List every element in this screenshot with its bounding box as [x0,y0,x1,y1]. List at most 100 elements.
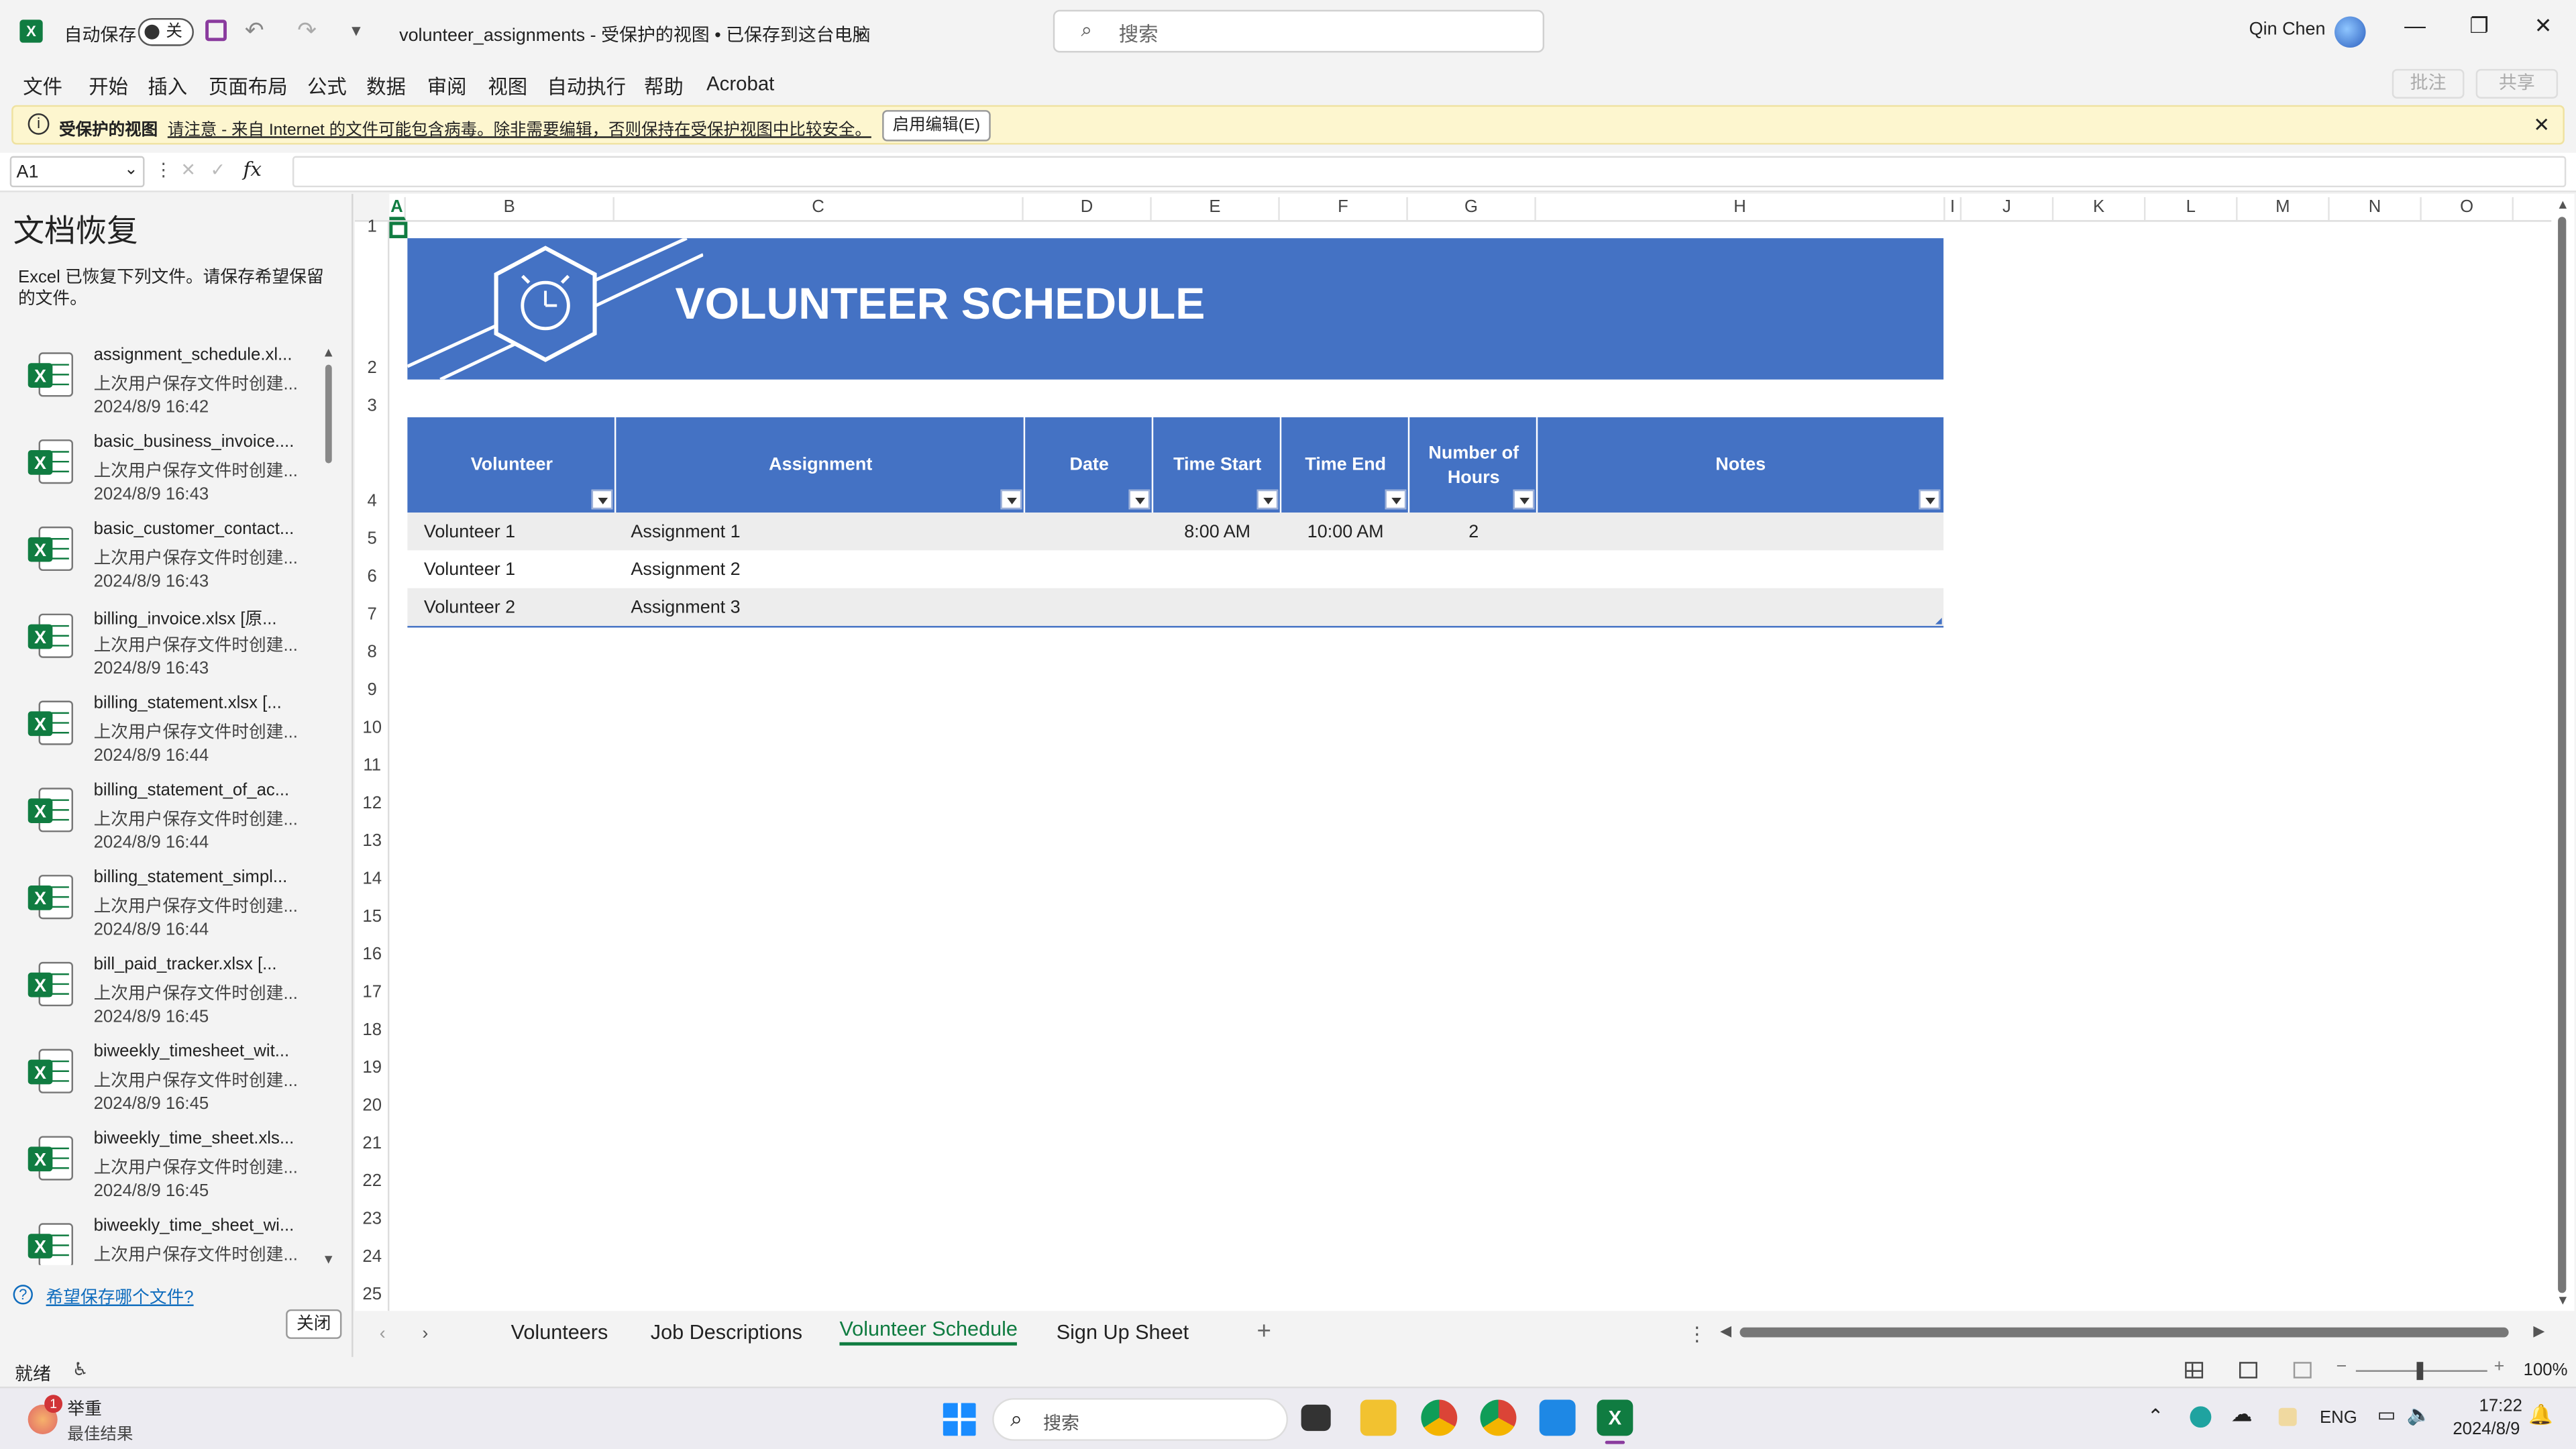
sheet-tab-volunteers[interactable]: Volunteers [511,1321,608,1344]
tray-app-icon[interactable] [2278,1407,2297,1426]
zoom-out-icon[interactable]: − [2336,1357,2347,1377]
task-view-icon[interactable] [1301,1404,1331,1432]
worksheet-grid[interactable]: A B C D E F G H I J K L M N O 1 2 3 4 5 … [354,193,2557,1311]
recovery-item[interactable]: Xbasic_business_invoice.... 上次用户保存文件时创建..… [0,432,329,519]
row-header[interactable]: 2 [355,358,389,378]
row-header[interactable]: 7 [355,604,389,624]
column-header-e[interactable]: E [1152,197,1280,221]
more-icon[interactable]: ⋮ [1687,1322,1707,1345]
vertical-scrollbar[interactable]: ▲ ▼ [2551,193,2575,1311]
comments-button[interactable]: 批注 [2392,68,2465,99]
protected-view-message[interactable]: 请注意 - 来自 Internet 的文件可能包含病毒。除非需要编辑，否则保持在… [168,115,871,140]
row-header[interactable]: 8 [355,643,389,662]
cell-time-start[interactable]: 8:00 AM [1153,523,1281,542]
row-header[interactable]: 1 [355,217,389,236]
prev-sheet-icon[interactable]: ‹ [380,1324,386,1344]
row-header[interactable]: 14 [355,869,389,889]
customize-qat-icon[interactable]: ▾ [352,19,361,41]
row-header[interactable]: 21 [355,1134,389,1153]
filter-dropdown-icon[interactable] [1128,489,1150,510]
page-layout-view-icon[interactable] [2239,1362,2257,1379]
close-icon[interactable]: ✕ [2524,13,2563,50]
row-header[interactable]: 17 [355,983,389,1002]
filter-dropdown-icon[interactable] [1919,489,1941,510]
redo-icon[interactable]: ↷ [297,16,317,44]
column-header-b[interactable]: B [406,197,614,221]
zoom-level[interactable]: 100% [2524,1360,2568,1380]
chevron-down-icon[interactable]: ⌄ [853,19,868,41]
save-icon[interactable] [205,19,227,42]
recovery-item[interactable]: Xbilling_invoice.xlsx [原... 上次用户保存文件时创建..… [0,606,329,694]
recovery-item[interactable]: Xbiweekly_timesheet_wit... 上次用户保存文件时创建...… [0,1042,329,1129]
row-header[interactable]: 6 [355,567,389,586]
recovery-item[interactable]: Xbilling_statement.xlsx [... 上次用户保存文件时创建.… [0,693,329,780]
column-header-j[interactable]: J [1962,197,2054,221]
column-header-o[interactable]: O [2422,197,2514,221]
name-box[interactable]: A1 ⌄ [9,156,145,188]
row-header[interactable]: 5 [355,529,389,549]
autosave-toggle[interactable]: 关 [138,17,194,46]
menu-help[interactable]: 帮助 [644,72,684,101]
recovery-item[interactable]: Xbilling_statement_of_ac... 上次用户保存文件时创建..… [0,780,329,867]
search-box[interactable]: ⌕ 搜索 [1053,9,1545,53]
menu-data[interactable]: 数据 [366,72,406,101]
insert-function-icon[interactable]: fx [243,158,261,180]
row-header[interactable]: 11 [355,756,389,775]
page-break-view-icon[interactable] [2293,1362,2312,1379]
clock-date[interactable]: 2024/8/9 [2453,1419,2520,1439]
column-header-c[interactable]: C [614,197,1024,221]
share-button[interactable]: 共享 [2475,68,2559,99]
chrome-profile-icon[interactable] [1480,1399,1517,1436]
cell-assignment[interactable]: Assignment 3 [631,598,740,617]
column-header-l[interactable]: L [2145,197,2238,221]
row-header[interactable]: 23 [355,1209,389,1228]
scroll-up-icon[interactable]: ▲ [2557,197,2569,212]
recovery-item[interactable]: Xassignment_schedule.xl... 上次用户保存文件时创建...… [0,345,329,432]
undo-icon[interactable]: ↶ [245,16,264,44]
column-header-m[interactable]: M [2238,197,2330,221]
filter-dropdown-icon[interactable] [1256,489,1279,510]
row-header[interactable]: 9 [355,680,389,700]
menu-review[interactable]: 审阅 [427,72,467,101]
scroll-right-icon[interactable]: ▶ [2533,1322,2544,1340]
recovery-scrollbar[interactable]: ▲ ▼ [322,345,335,1267]
chrome-icon[interactable] [1421,1399,1458,1436]
scroll-left-icon[interactable]: ◀ [1720,1322,1731,1340]
taskbar-search[interactable]: ⌕ 搜索 [992,1398,1289,1441]
menu-acrobat[interactable]: Acrobat [706,72,774,95]
recovery-item[interactable]: Xbill_paid_tracker.xlsx [... 上次用户保存文件时创建.… [0,955,329,1042]
filter-dropdown-icon[interactable] [591,489,613,510]
minimize-icon[interactable]: — [2396,13,2435,50]
network-icon[interactable]: ▭ [2377,1403,2396,1426]
input-language[interactable]: ENG [2320,1408,2357,1428]
menu-page-layout[interactable]: 页面布局 [209,72,288,101]
onedrive-icon[interactable]: ☁ [2231,1401,2253,1428]
scroll-thumb[interactable] [2558,217,2567,1293]
file-explorer-icon[interactable] [1360,1399,1397,1436]
menu-home[interactable]: 开始 [89,72,128,101]
row-header[interactable]: 22 [355,1171,389,1191]
cell-volunteer[interactable]: Volunteer 2 [424,598,515,617]
volume-icon[interactable]: 🔈 [2407,1403,2432,1426]
recovery-item[interactable]: Xbilling_statement_simpl... 上次用户保存文件时创建..… [0,867,329,955]
row-header[interactable]: 3 [355,396,389,415]
filter-dropdown-icon[interactable] [1513,489,1535,510]
restore-icon[interactable]: ❐ [2459,13,2499,50]
row-header[interactable]: 12 [355,794,389,813]
edge-icon[interactable] [2190,1406,2212,1428]
recovery-item[interactable]: Xbiweekly_time_sheet.xls... 上次用户保存文件时创建..… [0,1128,329,1216]
avatar[interactable] [2334,16,2366,48]
row-header[interactable]: 4 [355,491,389,511]
scroll-thumb[interactable] [325,364,332,464]
menu-formulas[interactable]: 公式 [307,72,347,101]
document-title[interactable]: volunteer_assignments - 受保护的视图 • 已保存到这台电… [399,21,871,48]
close-button[interactable]: 关闭 [286,1309,342,1339]
chevron-up-icon[interactable]: ⌃ [2147,1405,2164,1428]
help-link[interactable]: 希望保存哪个文件? [46,1285,194,1309]
zoom-in-icon[interactable]: + [2494,1357,2505,1377]
menu-insert[interactable]: 插入 [148,72,187,101]
column-header-d[interactable]: D [1024,197,1152,221]
scroll-up-icon[interactable]: ▲ [322,345,335,360]
cell-hours[interactable]: 2 [1409,523,1538,542]
row-header[interactable]: 16 [355,945,389,964]
